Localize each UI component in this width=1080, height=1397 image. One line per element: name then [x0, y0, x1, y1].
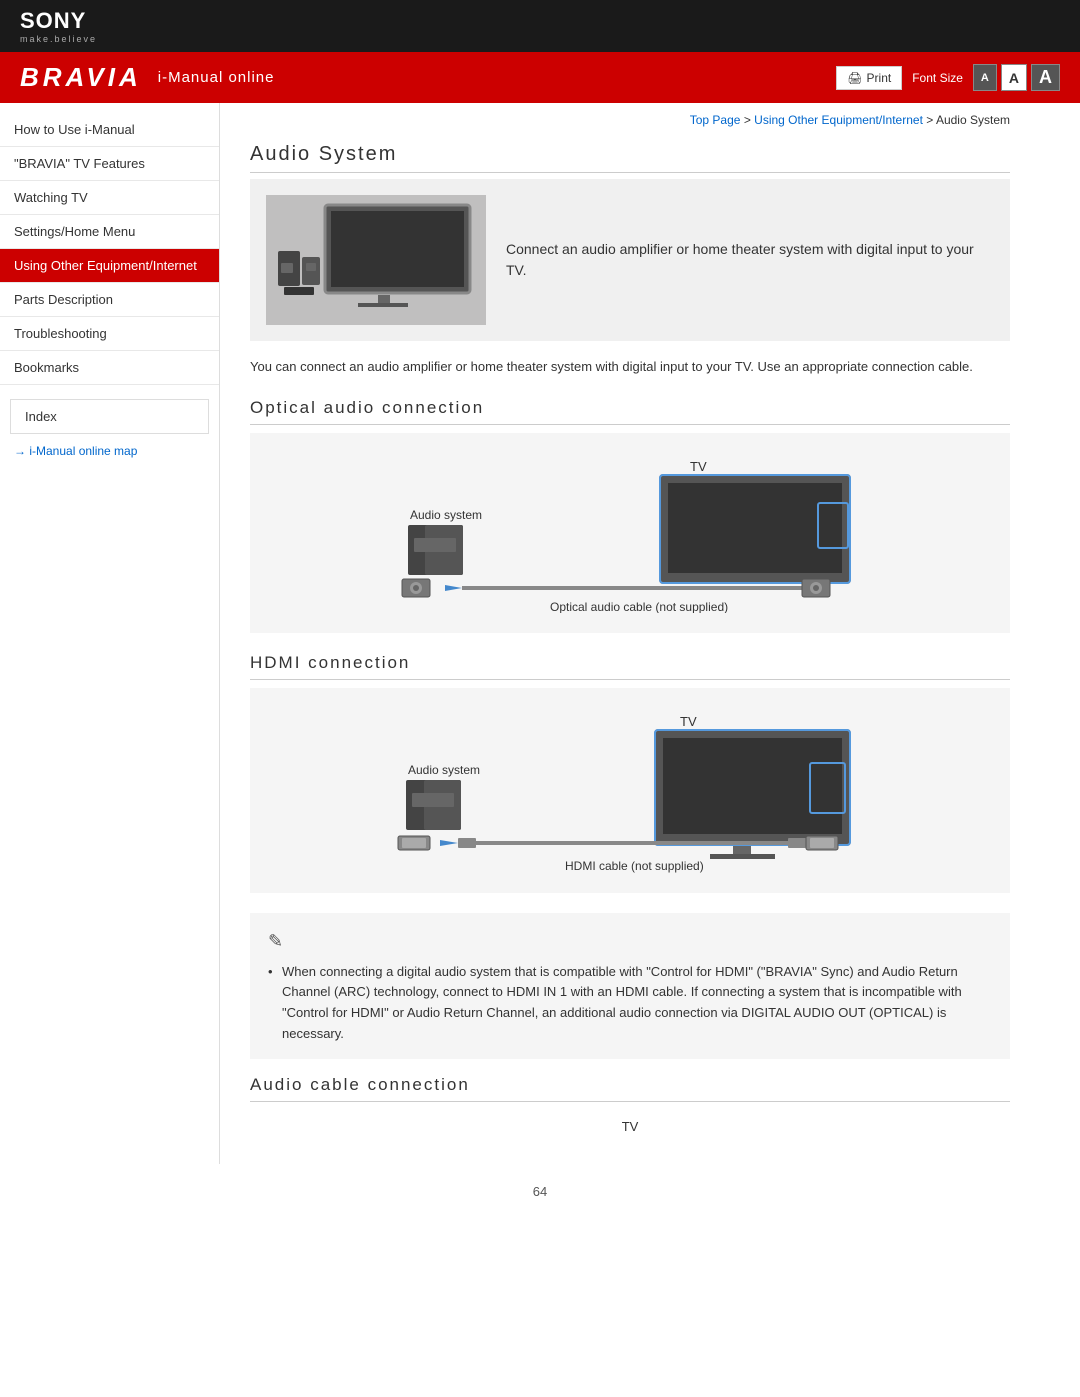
- audio-cable-tv-label: TV: [622, 1119, 639, 1134]
- intro-text: Connect an audio amplifier or home theat…: [506, 239, 994, 281]
- sidebar-item-how-to-use[interactable]: How to Use i-Manual: [0, 113, 219, 147]
- print-button[interactable]: 🖨 Print: [836, 66, 902, 90]
- bravia-bar: BRAVIA i-Manual online 🖨 Print Font Size…: [0, 52, 1080, 103]
- sidebar-index[interactable]: Index: [10, 399, 209, 434]
- font-size-controls: A A A: [973, 64, 1060, 91]
- font-size-label: Font Size: [912, 71, 963, 85]
- breadcrumb: Top Page > Using Other Equipment/Interne…: [250, 113, 1010, 127]
- sidebar-item-bookmarks[interactable]: Bookmarks: [0, 351, 219, 385]
- font-large-button[interactable]: A: [1031, 64, 1060, 91]
- top-header: SONY make.believe: [0, 0, 1080, 52]
- breadcrumb-current: Audio System: [936, 113, 1010, 127]
- font-small-button[interactable]: A: [973, 64, 997, 91]
- breadcrumb-top-page[interactable]: Top Page: [690, 113, 741, 127]
- optical-diagram: TV Audio system: [250, 433, 1010, 633]
- sidebar-item-using-other[interactable]: Using Other Equipment/Internet: [0, 249, 219, 283]
- tv-diagram-icon: [323, 203, 478, 308]
- sidebar-item-bravia-features[interactable]: "BRAVIA" TV Features: [0, 147, 219, 181]
- page-number: 64: [533, 1184, 547, 1199]
- svg-text:HDMI cable (not supplied): HDMI cable (not supplied): [565, 859, 704, 873]
- note-icon: ✎: [268, 927, 992, 956]
- note-text: When connecting a digital audio system t…: [268, 962, 992, 1045]
- sony-logo: SONY: [20, 8, 97, 34]
- optical-diagram-svg: TV Audio system: [350, 453, 910, 613]
- breadcrumb-section[interactable]: Using Other Equipment/Internet: [754, 113, 923, 127]
- imanual-label: i-Manual online: [158, 69, 275, 86]
- bravia-logo: BRAVIA: [20, 62, 142, 93]
- print-icon: 🖨: [847, 71, 862, 85]
- intro-desc: You can connect an audio amplifier or ho…: [250, 357, 1010, 378]
- optical-title: Optical audio connection: [250, 398, 1010, 425]
- svg-text:TV: TV: [680, 714, 697, 729]
- sony-tagline: make.believe: [20, 34, 97, 44]
- audio-cable-title: Audio cable connection: [250, 1075, 1010, 1102]
- breadcrumb-sep1: >: [744, 113, 754, 127]
- hdmi-diagram: TV Audio system: [250, 688, 1010, 893]
- main-container: How to Use i-Manual "BRAVIA" TV Features…: [0, 103, 1080, 1164]
- font-medium-button[interactable]: A: [1001, 64, 1027, 91]
- svg-text:TV: TV: [690, 459, 707, 474]
- page-footer: 64: [0, 1164, 1080, 1219]
- svg-text:Audio system: Audio system: [410, 508, 482, 522]
- sidebar-map-link[interactable]: → i-Manual online map: [0, 434, 219, 468]
- audio-cable-tv-label-container: TV: [250, 1110, 1010, 1134]
- hdmi-diagram-svg: TV Audio system: [350, 708, 910, 873]
- page-title: Audio System: [250, 143, 1010, 173]
- breadcrumb-sep2: >: [926, 113, 936, 127]
- notes-box: ✎ When connecting a digital audio system…: [250, 913, 1010, 1059]
- svg-text:Audio system: Audio system: [408, 763, 480, 777]
- svg-text:Optical audio cable (not suppl: Optical audio cable (not supplied): [550, 600, 728, 613]
- sidebar-item-troubleshooting[interactable]: Troubleshooting: [0, 317, 219, 351]
- sidebar: How to Use i-Manual "BRAVIA" TV Features…: [0, 103, 220, 1164]
- content-area: Top Page > Using Other Equipment/Interne…: [220, 103, 1040, 1164]
- intro-image: [266, 195, 486, 325]
- sidebar-item-watching-tv[interactable]: Watching TV: [0, 181, 219, 215]
- intro-box: Connect an audio amplifier or home theat…: [250, 179, 1010, 341]
- sidebar-item-parts-description[interactable]: Parts Description: [0, 283, 219, 317]
- print-label: Print: [867, 71, 892, 85]
- sidebar-item-settings-home[interactable]: Settings/Home Menu: [0, 215, 219, 249]
- hdmi-title: HDMI connection: [250, 653, 1010, 680]
